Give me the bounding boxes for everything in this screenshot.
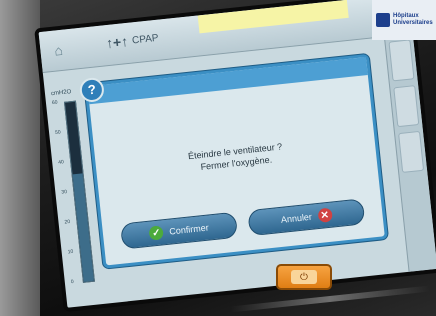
mode-glyph-icon: ↑+↑ bbox=[105, 32, 129, 52]
gauge-tick-label: 40 bbox=[57, 159, 65, 166]
logo-mark-icon bbox=[376, 13, 390, 27]
side-button-2[interactable] bbox=[393, 85, 420, 128]
confirm-label: Confirmer bbox=[168, 222, 210, 237]
side-button-1[interactable] bbox=[388, 39, 415, 82]
cancel-button[interactable]: Annuler ✕ bbox=[247, 198, 366, 237]
dialog-header bbox=[87, 57, 368, 105]
hardware-standby-button[interactable]: ⏻ bbox=[276, 264, 332, 290]
check-icon: ✓ bbox=[148, 225, 165, 241]
dialog-buttons: ✓ Confirmer Annuler ✕ bbox=[120, 198, 366, 250]
gauge-unit-label: cmH2O bbox=[50, 89, 72, 98]
standby-icon: ⏻ bbox=[291, 270, 317, 284]
mode-label: CPAP bbox=[131, 32, 160, 46]
gauge-tick-label: 50 bbox=[54, 129, 62, 136]
gauge-tick-label: 10 bbox=[67, 248, 74, 256]
home-icon[interactable]: ⌂ bbox=[50, 41, 68, 59]
shutdown-dialog: ? Éteindre le ventilateur ? Fermer l'oxy… bbox=[78, 53, 389, 269]
side-panel bbox=[383, 33, 436, 272]
hospital-logo: Hôpitaux Universitaires bbox=[372, 0, 436, 40]
gauge-tick-label: 0 bbox=[70, 278, 74, 286]
cancel-label: Annuler bbox=[280, 211, 313, 225]
gauge-tick-label: 30 bbox=[61, 189, 68, 196]
close-icon: ✕ bbox=[317, 207, 333, 223]
gauge-tick-label: 60 bbox=[51, 99, 58, 107]
gauge-tick-label: 20 bbox=[64, 218, 71, 226]
alarm-strip[interactable] bbox=[197, 0, 349, 34]
ventilator-device: ⌂ ↑+↑ CPAP cmH2O 60 50 40 30 20 10 0 ? É… bbox=[0, 0, 436, 316]
mode-indicator[interactable]: ↑+↑ CPAP bbox=[105, 30, 159, 51]
ventilator-screen: ⌂ ↑+↑ CPAP cmH2O 60 50 40 30 20 10 0 ? É… bbox=[34, 0, 436, 313]
confirm-button[interactable]: ✓ Confirmer bbox=[120, 211, 239, 250]
dialog-message: Éteindre le ventilateur ? Fermer l'oxygè… bbox=[95, 131, 376, 184]
screen-wrapper: ⌂ ↑+↑ CPAP cmH2O 60 50 40 30 20 10 0 ? É… bbox=[34, 0, 436, 313]
logo-text: Hôpitaux Universitaires bbox=[393, 13, 433, 26]
side-button-3[interactable] bbox=[398, 130, 425, 173]
background-wall bbox=[0, 0, 40, 316]
